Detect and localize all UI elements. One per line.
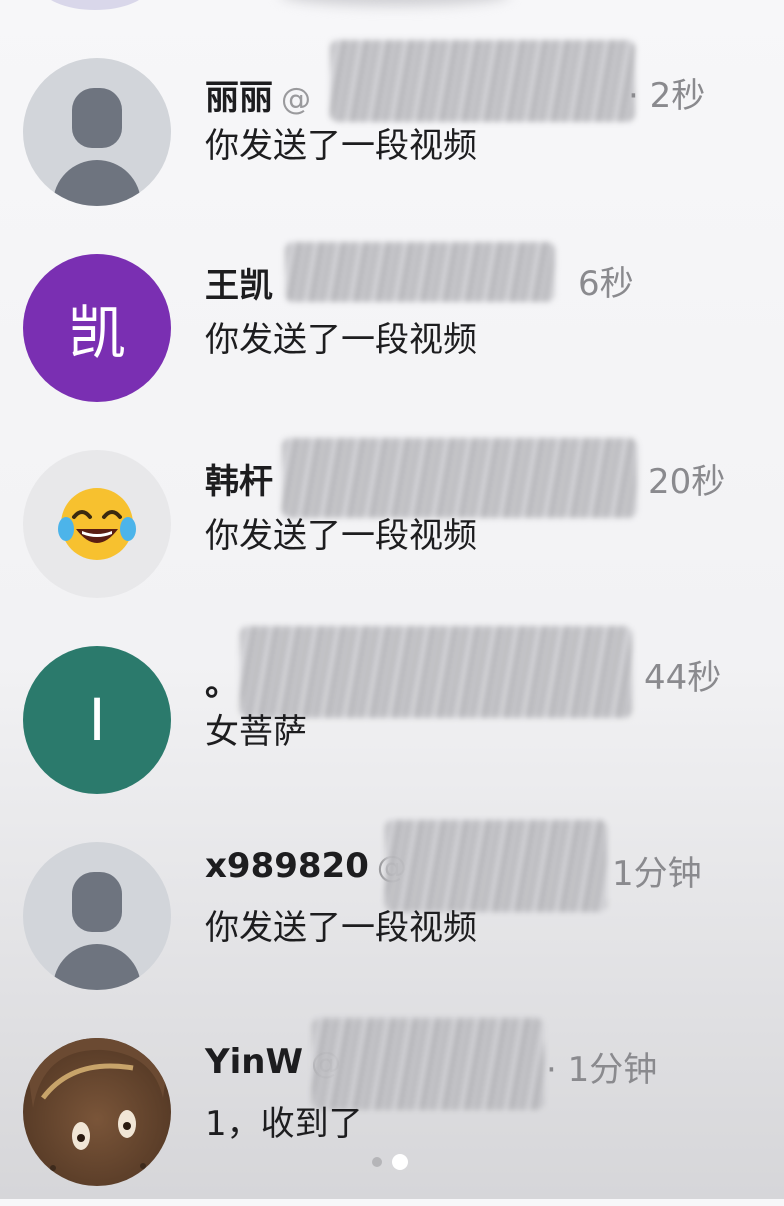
conversation-row[interactable]: 凯 王凯 6秒 你发送了一段视频 <box>0 226 784 422</box>
message-preview: 女菩萨 <box>205 712 307 752</box>
contact-name: 丽丽 <box>205 78 273 118</box>
timestamp: · 2秒 <box>628 76 706 116</box>
partial-avatar-above <box>40 0 150 10</box>
contact-name: YinW <box>205 1042 303 1082</box>
redacted-blur <box>330 40 635 122</box>
redacted-blur <box>282 438 637 518</box>
timestamp: · 1分钟 <box>546 1050 658 1090</box>
avatar-letter: I <box>88 686 106 754</box>
conversation-row[interactable]: 丽丽 @ · 2秒 你发送了一段视频 <box>0 30 784 226</box>
timestamp: 44秒 <box>644 658 722 698</box>
emoji-avatar[interactable] <box>23 450 171 598</box>
default-avatar-icon[interactable] <box>23 58 171 206</box>
redacted-blur <box>285 242 555 302</box>
avatar-letter: 凯 <box>67 299 126 367</box>
timestamp: 1分钟 <box>612 854 702 894</box>
page-indicator[interactable] <box>372 1154 408 1170</box>
page-dot-active[interactable] <box>392 1154 408 1170</box>
conversation-row[interactable]: 韩杆 20秒 你发送了一段视频 <box>0 422 784 618</box>
message-preview: 你发送了一段视频 <box>205 126 477 166</box>
contact-name: 王凯 <box>205 266 273 306</box>
letter-avatar[interactable]: I <box>23 646 171 794</box>
default-avatar-icon[interactable] <box>23 842 171 990</box>
contact-name: 。 <box>205 664 239 704</box>
conversation-row[interactable]: I 。 44秒 女菩萨 <box>0 618 784 814</box>
partial-row-above <box>280 0 510 6</box>
contact-name: 韩杆 <box>205 462 273 502</box>
message-preview: 1，收到了 <box>205 1104 363 1144</box>
message-preview: 你发送了一段视频 <box>205 320 477 360</box>
conversation-row[interactable]: YinW@ · 1分钟 1，收到了 <box>0 1010 784 1206</box>
letter-avatar[interactable]: 凯 <box>23 254 171 402</box>
timestamp: 20秒 <box>648 462 726 502</box>
message-preview: 你发送了一段视频 <box>205 908 477 948</box>
tears-of-joy-emoji-icon <box>58 488 136 560</box>
message-preview: 你发送了一段视频 <box>205 516 477 556</box>
contact-name: x989820 <box>205 846 369 886</box>
timestamp: 6秒 <box>578 264 634 304</box>
contact-handle: @ <box>281 82 311 117</box>
user-photo-avatar[interactable] <box>23 1038 171 1186</box>
page-dot[interactable] <box>372 1157 382 1167</box>
user-photo-image <box>23 1038 171 1171</box>
redacted-blur <box>385 820 607 912</box>
conversation-row[interactable]: x989820@ 1分钟 你发送了一段视频 <box>0 814 784 1010</box>
